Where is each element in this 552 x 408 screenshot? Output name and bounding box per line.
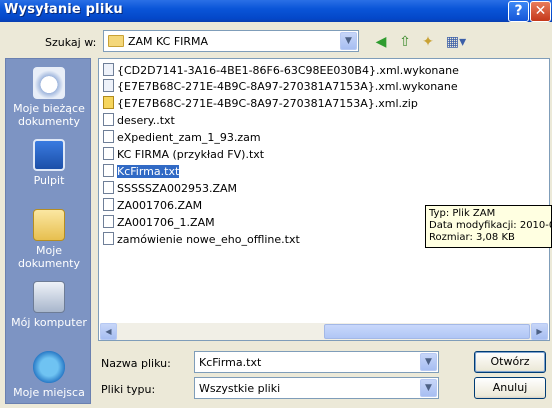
close-button[interactable]: ✕: [530, 1, 551, 22]
recent-documents-icon: [33, 67, 65, 99]
place-label: Mój komputer: [11, 316, 87, 329]
my-documents-icon: [33, 209, 65, 241]
file-name: SSSSSZA002953.ZAM: [117, 182, 238, 195]
file-list[interactable]: {CD2D7141-3A16-4BE1-86F6-63C98EE030B4}.x…: [98, 58, 550, 341]
open-button[interactable]: Otwórz: [474, 351, 546, 373]
list-item[interactable]: KC FIRMA (przykład FV).txt: [103, 147, 264, 163]
file-icon: [103, 79, 114, 92]
text-file-icon: [103, 164, 114, 177]
lookin-combo[interactable]: ZAM KC FIRMA ▼: [103, 30, 359, 52]
file-name: eXpedient_zam_1_93.zam: [117, 131, 261, 144]
cancel-button[interactable]: Anuluj: [474, 377, 546, 399]
filetype-value: Wszystkie pliki: [199, 382, 281, 395]
file-name: ZA001706.ZAM: [117, 199, 203, 212]
file-name: ZA001706_1.ZAM: [117, 216, 215, 229]
place-recent[interactable]: Moje bieżące dokumenty: [6, 67, 92, 128]
file-name: {E7E7B68C-271E-4B9C-8A97-270381A7153A}.x…: [117, 97, 418, 110]
tooltip-size: Rozmiar: 3,08 KB: [429, 232, 515, 243]
place-desktop[interactable]: Pulpit: [6, 139, 92, 187]
view-menu-icon[interactable]: ▦▾: [444, 33, 468, 51]
text-file-icon: [103, 198, 114, 211]
desktop-icon: [33, 139, 65, 171]
file-name: {CD2D7141-3A16-4BE1-86F6-63C98EE030B4}.x…: [117, 64, 459, 77]
up-folder-icon[interactable]: ⇧: [396, 33, 414, 51]
folder-icon: [108, 35, 124, 47]
filetype-select[interactable]: Wszystkie pliki ▼: [194, 377, 439, 399]
file-name: KcFirma.txt: [117, 165, 180, 178]
place-label: Moje dokumenty: [18, 244, 80, 270]
lookin-label: Szukaj w:: [45, 36, 97, 49]
filename-label: Nazwa pliku:: [101, 357, 171, 370]
place-network[interactable]: Moje miejsca: [6, 351, 92, 399]
file-name: zamówienie nowe_eho_offline.txt: [117, 233, 300, 246]
tooltip-type: Typ: Plik ZAM: [429, 208, 496, 219]
file-name: KC FIRMA (przykład FV).txt: [117, 148, 265, 161]
list-item-selected[interactable]: KcFirma.txt: [103, 164, 180, 180]
lookin-value: ZAM KC FIRMA: [128, 35, 209, 48]
file-name: desery..txt: [117, 114, 175, 127]
scroll-thumb[interactable]: [324, 324, 530, 339]
scroll-right-icon[interactable]: ▶: [531, 323, 548, 340]
place-computer[interactable]: Mój komputer: [6, 281, 92, 329]
text-file-icon: [103, 113, 114, 126]
text-file-icon: [103, 147, 114, 160]
back-icon[interactable]: ◀: [372, 33, 390, 51]
list-item[interactable]: SSSSSZA002953.ZAM: [103, 181, 237, 197]
list-item[interactable]: ZA001706_1.ZAM: [103, 215, 215, 231]
filename-field[interactable]: KcFirma.txt ▼: [194, 351, 439, 373]
text-file-icon: [103, 181, 114, 194]
file-tooltip: Typ: Plik ZAM Data modyfikacji: 2010-09 …: [425, 205, 552, 248]
file-name: {E7E7B68C-271E-4B9C-8A97-270381A7153A}.x…: [117, 80, 458, 93]
place-label: Moje bieżące dokumenty: [13, 102, 85, 128]
list-item[interactable]: eXpedient_zam_1_93.zam: [103, 130, 261, 146]
chevron-down-icon[interactable]: ▼: [340, 32, 357, 50]
filename-value: KcFirma.txt: [199, 356, 262, 369]
place-mydocs[interactable]: Moje dokumenty: [6, 209, 92, 270]
title-bar: Wysyłanie pliku ? ✕: [0, 0, 552, 22]
zip-icon: [103, 96, 114, 109]
file-icon: [103, 63, 114, 76]
chevron-down-icon[interactable]: ▼: [420, 379, 437, 397]
text-file-icon: [103, 232, 114, 245]
new-folder-icon[interactable]: ✦: [419, 33, 437, 51]
list-item[interactable]: desery..txt: [103, 113, 175, 129]
chevron-down-icon[interactable]: ▼: [420, 353, 437, 371]
window-title: Wysyłanie pliku: [4, 2, 123, 17]
filetype-label: Pliki typu:: [101, 383, 156, 396]
text-file-icon: [103, 130, 114, 143]
list-item[interactable]: {E7E7B68C-271E-4B9C-8A97-270381A7153A}.x…: [103, 79, 458, 95]
horizontal-scrollbar[interactable]: ◀ ▶: [100, 323, 548, 340]
place-label: Moje miejsca: [13, 386, 85, 399]
network-places-icon: [33, 351, 65, 383]
list-item[interactable]: {CD2D7141-3A16-4BE1-86F6-63C98EE030B4}.x…: [103, 63, 459, 79]
places-bar: Moje bieżące dokumenty Pulpit Moje dokum…: [5, 58, 91, 404]
tooltip-date: Data modyfikacji: 2010-09: [429, 220, 552, 231]
place-label: Pulpit: [33, 174, 65, 187]
text-file-icon: [103, 215, 114, 228]
list-item[interactable]: zamówienie nowe_eho_offline.txt: [103, 232, 300, 248]
list-item[interactable]: {E7E7B68C-271E-4B9C-8A97-270381A7153A}.x…: [103, 96, 418, 112]
list-item[interactable]: ZA001706.ZAM: [103, 198, 202, 214]
scroll-left-icon[interactable]: ◀: [100, 323, 117, 340]
my-computer-icon: [33, 281, 65, 313]
help-button[interactable]: ?: [508, 1, 529, 22]
